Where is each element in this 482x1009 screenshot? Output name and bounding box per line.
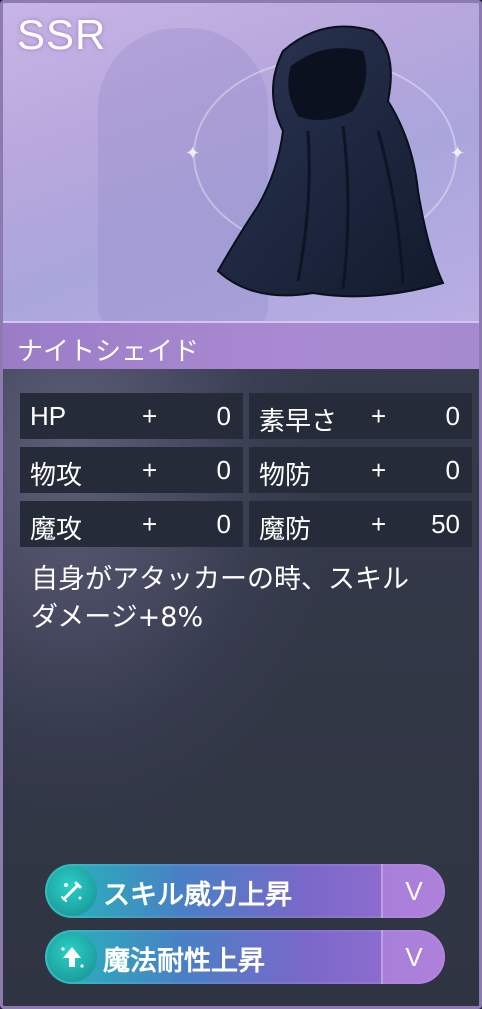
stat-value: 50 [431,509,460,539]
skill-label: 魔法耐性上昇 [103,946,265,977]
stat-value: 0 [216,509,231,539]
description-line: ダメージ+8% [31,602,204,633]
description-line: 自身がアタッカーの時、スキル [31,564,409,595]
stat-physical-attack: 物攻 + 0 [20,447,243,493]
item-artwork: ✦ ✦ SSR [3,3,479,321]
stat-magic-attack: 魔攻 + 0 [20,501,243,547]
stat-value: 0 [216,455,231,485]
expand-toggle-button[interactable]: V [381,864,445,918]
stat-label: 魔防 [259,514,312,544]
sword-sparkle-icon [47,866,97,916]
stat-label: 物攻 [30,460,83,490]
stat-label: 素早さ [259,406,338,436]
stat-speed: 素早さ + 0 [249,393,472,439]
stat-sign: + [142,455,158,485]
stat-label: 魔攻 [30,514,83,544]
expand-toggle-button[interactable]: V [381,930,445,984]
skill-row-skill-power[interactable]: スキル威力上昇 V [45,864,445,918]
skill-label: スキル威力上昇 [103,880,292,911]
stat-sign: + [371,401,387,431]
stat-magic-defense: 魔防 + 50 [249,501,472,547]
item-name-bar: ナイトシェイド [3,321,479,369]
stat-sign: + [371,455,387,485]
item-description: 自身がアタッカーの時、スキル ダメージ+8% [31,561,471,637]
stat-sign: + [142,509,158,539]
stat-label: 物防 [259,460,312,490]
stat-value: 0 [445,455,460,485]
cloak-image [216,25,445,298]
sparkle-icon: ✦ [185,143,201,164]
equipment-card: ✦ ✦ SSR ナイトシェイド HP + 0 素早さ + 0 物攻 + 0 物防… [0,0,482,1009]
stat-label: HP [30,401,67,431]
skill-row-magic-resistance[interactable]: 魔法耐性上昇 V [45,930,445,984]
arrow-up-sparkle-icon [47,932,97,982]
rarity-label: SSR [17,11,107,58]
stat-sign: + [371,509,387,539]
stat-sign: + [142,401,158,431]
stat-value: 0 [216,401,231,431]
stat-value: 0 [445,401,460,431]
item-name: ナイトシェイド [17,337,200,367]
stat-physical-defense: 物防 + 0 [249,447,472,493]
stat-hp: HP + 0 [20,393,243,439]
